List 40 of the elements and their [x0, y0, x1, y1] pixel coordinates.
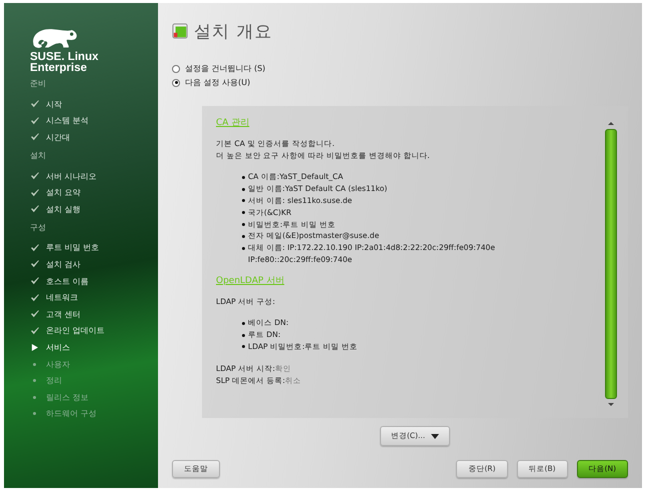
bullet-icon: [242, 176, 245, 179]
bullet-icon: [242, 199, 245, 202]
caret-icon: [431, 434, 440, 438]
sidebar-step: 정리: [46, 375, 62, 386]
sidebar-step: 호스트 이름: [46, 276, 89, 287]
bullet-icon: [242, 223, 245, 226]
sidebar-step: 고객 센터: [46, 308, 81, 320]
page-title: 설치 개요: [194, 20, 272, 42]
sidebar-step: 시간대: [46, 132, 70, 143]
bullet-icon: [242, 211, 245, 214]
section-heading: 준비: [30, 78, 47, 88]
sidebar-step: 설치 실행: [46, 204, 81, 215]
sidebar-step: 사용자: [46, 358, 70, 370]
radio-button[interactable]: [172, 78, 180, 86]
sidebar-step: 시스템 분석: [46, 115, 89, 126]
sidebar-step: 시작: [46, 98, 62, 110]
bullet-icon: [242, 334, 245, 337]
sidebar-step: 설치 검사: [46, 258, 81, 270]
sidebar-step: 서비스: [46, 342, 70, 353]
scroll-down-icon[interactable]: [608, 403, 614, 406]
radio-button[interactable]: [172, 64, 180, 72]
sidebar-step: 릴리스 정보: [46, 392, 89, 403]
bullet-icon: [242, 246, 245, 250]
bullet-icon: [242, 188, 245, 191]
option-label[interactable]: 다음 설정 사용(U): [185, 77, 250, 88]
scroll-up-icon[interactable]: [608, 122, 614, 125]
sidebar-step: 네트워크: [46, 292, 78, 304]
sidebar-step: 루트 비밀 번호: [46, 242, 100, 254]
section-heading: 설치: [30, 150, 47, 160]
sidebar-step: 서버 시나리오: [46, 170, 97, 182]
sidebar-step: 하드웨어 구성: [46, 408, 97, 420]
scrollbar-thumb[interactable]: [605, 129, 617, 399]
bullet-icon: [242, 345, 245, 348]
sidebar-step: 설치 요약: [46, 187, 81, 198]
brand-name: SUSE. Linux Enterprise: [30, 52, 100, 74]
bullet-icon: [242, 322, 245, 325]
bullet-icon: [242, 234, 245, 238]
section-heading: 구성: [30, 222, 47, 232]
sidebar-step: 온라인 업데이트: [46, 325, 105, 336]
option-label[interactable]: 설정을 건너뜁니다 (S): [185, 63, 266, 74]
